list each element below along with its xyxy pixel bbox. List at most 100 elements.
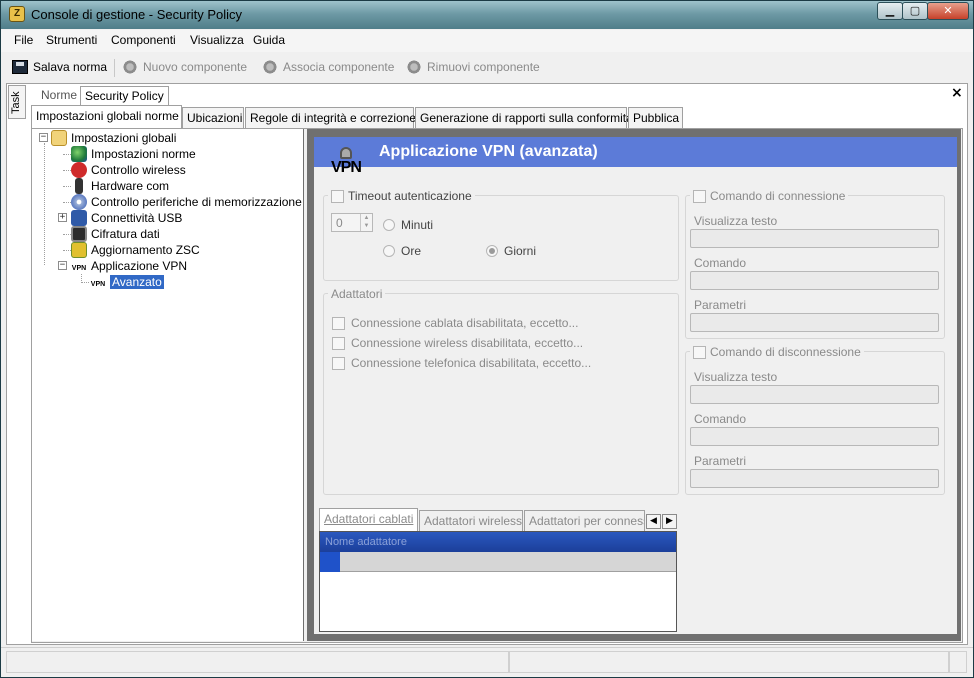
- component-icon: [406, 60, 422, 74]
- tree-node-vpn[interactable]: VPN Applicazione VPN: [71, 258, 187, 274]
- radio-icon-selected: [486, 245, 498, 257]
- close-window-button[interactable]: ✕: [927, 2, 969, 20]
- radio-icon: [383, 219, 395, 231]
- adapters-group-title: Adattatori: [328, 287, 386, 301]
- tree-node-hardware-com[interactable]: Hardware com: [71, 178, 169, 194]
- connect-command-field[interactable]: [690, 271, 939, 290]
- tab-wireless-adapters[interactable]: Adattatori wireless: [419, 510, 523, 531]
- dialup-disabled-checkbox[interactable]: Connessione telefonica disabilitata, ecc…: [332, 356, 591, 370]
- disconnect-command-field[interactable]: [690, 427, 939, 446]
- disconnect-command-checkbox[interactable]: Comando di disconnessione: [690, 345, 864, 359]
- main-window: Z Console di gestione - Security Policy …: [0, 0, 974, 678]
- tab-compliance-reports[interactable]: Generazione di rapporti sulla conformità: [415, 107, 633, 129]
- save-policy-label: Salava norma: [33, 60, 108, 74]
- stepper-value: 0: [336, 216, 343, 230]
- tab-dialup-adapters[interactable]: Adattatori per connessi: [524, 510, 645, 531]
- task-label: Task: [10, 91, 22, 114]
- tab-locations[interactable]: Ubicazioni: [182, 107, 244, 129]
- tab-wired-adapters[interactable]: Adattatori cablati: [319, 508, 418, 531]
- tree-collapse-icon[interactable]: −: [58, 261, 67, 270]
- tree-node-advanced[interactable]: VPN Avanzato: [90, 274, 164, 290]
- disconnect-parameters-field[interactable]: [690, 469, 939, 488]
- new-component-label: Nuovo componente: [143, 60, 248, 74]
- update-icon: [71, 242, 87, 258]
- checkbox-icon: [332, 356, 345, 370]
- component-icon: [262, 60, 278, 74]
- tab-norme[interactable]: Norme: [37, 86, 81, 105]
- tab-global-settings[interactable]: Impostazioni globali norme: [31, 105, 182, 129]
- remove-component-button[interactable]: Rimuovi componente: [406, 60, 540, 74]
- connect-command-field-label: Comando: [694, 256, 747, 270]
- resize-grip-icon[interactable]: [949, 651, 967, 673]
- stepper-arrows-icon[interactable]: ▲ ▼: [360, 214, 372, 231]
- wired-disabled-label: Connessione cablata disabilitata, eccett…: [351, 316, 579, 330]
- tab-scroll-left-icon[interactable]: ◀: [646, 514, 661, 529]
- connect-show-text-field[interactable]: [690, 229, 939, 248]
- tree-node-storage-control[interactable]: Controllo periferiche di memorizzazione: [71, 194, 302, 210]
- checkbox-icon: [331, 189, 344, 203]
- vpn-icon: VPN: [90, 281, 106, 288]
- timeout-value-stepper[interactable]: 0 ▲ ▼: [331, 213, 373, 232]
- remove-component-label: Rimuovi componente: [427, 60, 540, 74]
- minimize-button[interactable]: ▁: [877, 2, 903, 20]
- vpn-page-title: Applicazione VPN (avanzata): [379, 143, 598, 160]
- disconnect-show-text-label: Visualizza testo: [694, 370, 778, 384]
- close-icon[interactable]: ×: [951, 85, 963, 101]
- task-side-tab[interactable]: Task: [8, 85, 26, 119]
- new-component-button[interactable]: Nuovo componente: [122, 60, 247, 74]
- wireless-disabled-label: Connessione wireless disabilitata, eccet…: [351, 336, 584, 350]
- checkbox-icon: [332, 316, 345, 330]
- menu-guida[interactable]: Guida: [253, 33, 285, 47]
- radio-hours[interactable]: Ore: [383, 244, 421, 258]
- toolbar-separator: [114, 59, 115, 77]
- row-selector[interactable]: [320, 552, 340, 572]
- tree-collapse-icon[interactable]: −: [39, 133, 48, 142]
- radio-minutes[interactable]: Minuti: [383, 218, 433, 232]
- tree-connector: [81, 282, 89, 283]
- tab-scroll-right-icon[interactable]: ▶: [662, 514, 677, 529]
- radio-icon: [383, 245, 395, 257]
- tree-connector: [63, 170, 71, 171]
- usb-icon: [71, 210, 87, 226]
- tree-connector: [44, 143, 45, 265]
- radio-minutes-label: Minuti: [401, 218, 434, 232]
- tree-node-usb[interactable]: Connettività USB: [71, 210, 182, 226]
- tree-expand-icon[interactable]: +: [58, 213, 67, 222]
- status-cell: [509, 651, 949, 673]
- vpn-logo-text: VPN: [331, 159, 362, 176]
- tree-node-encryption[interactable]: Cifratura dati: [71, 226, 160, 242]
- wired-disabled-checkbox[interactable]: Connessione cablata disabilitata, eccett…: [332, 316, 578, 330]
- title-bar[interactable]: Z Console di gestione - Security Policy …: [1, 1, 973, 29]
- tree-node-policy-settings[interactable]: Impostazioni norme: [71, 146, 196, 162]
- tab-security-policy[interactable]: Security Policy: [80, 86, 169, 105]
- menu-componenti[interactable]: Componenti: [111, 33, 176, 47]
- tab-publish[interactable]: Pubblica: [628, 107, 683, 129]
- dialup-disabled-label: Connessione telefonica disabilitata, ecc…: [351, 356, 592, 370]
- associate-component-button[interactable]: Associa componente: [262, 60, 394, 74]
- wireless-disabled-checkbox[interactable]: Connessione wireless disabilitata, eccet…: [332, 336, 583, 350]
- menu-strumenti[interactable]: Strumenti: [46, 33, 97, 47]
- timeout-checkbox[interactable]: Timeout autenticazione: [328, 189, 475, 203]
- maximize-button[interactable]: ▢: [902, 2, 928, 20]
- tree-node-zsc-update[interactable]: Aggiornamento ZSC: [71, 242, 200, 258]
- menu-visualizza[interactable]: Visualizza: [190, 33, 244, 47]
- radio-days[interactable]: Giorni: [486, 244, 536, 258]
- connect-parameters-label: Parametri: [694, 298, 747, 312]
- vpn-icon: VPN: [71, 265, 87, 272]
- disconnect-show-text-field[interactable]: [690, 385, 939, 404]
- tree-connector: [63, 154, 71, 155]
- floppy-disk-icon: [12, 60, 28, 74]
- connect-show-text-label: Visualizza testo: [694, 214, 778, 228]
- tree-node-wireless-control[interactable]: Controllo wireless: [71, 162, 186, 178]
- connect-command-checkbox[interactable]: Comando di connessione: [690, 189, 849, 203]
- menu-file[interactable]: File: [14, 33, 33, 47]
- tree-node-label: Cifratura dati: [91, 227, 160, 241]
- tree-node-root[interactable]: Impostazioni globali: [51, 130, 176, 146]
- connect-parameters-field[interactable]: [690, 313, 939, 332]
- grid-column-header[interactable]: Nome adattatore: [320, 532, 676, 552]
- table-row[interactable]: [320, 552, 676, 572]
- tab-integrity-rules[interactable]: Regole di integrità e correzione: [245, 107, 416, 129]
- save-policy-button[interactable]: Salava norma: [12, 60, 107, 74]
- radio-hours-label: Ore: [401, 244, 422, 258]
- tree-connector: [63, 250, 71, 251]
